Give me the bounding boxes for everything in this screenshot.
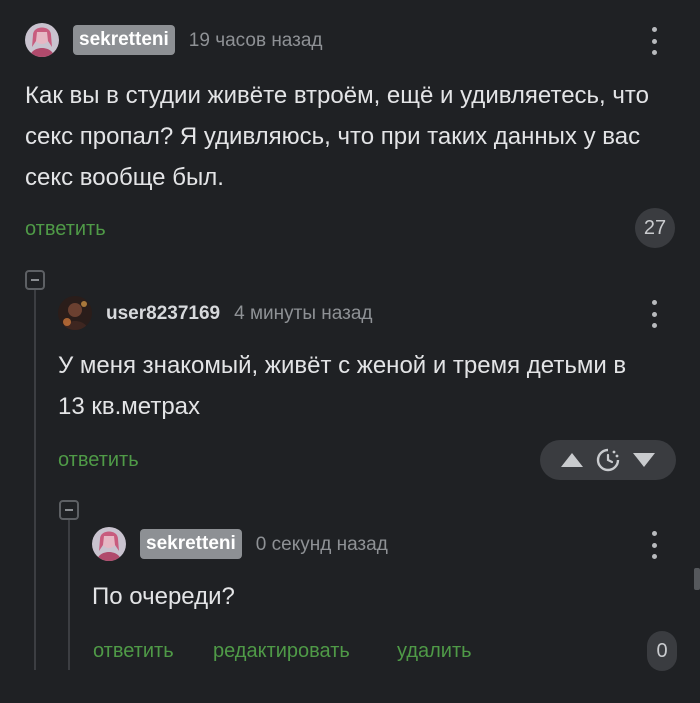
comment-header: sekretteni 19 часов назад <box>25 20 323 60</box>
comment-text: По очереди? <box>92 583 235 610</box>
author-name[interactable]: user8237169 <box>106 302 220 325</box>
author-name[interactable]: sekretteni <box>140 529 242 559</box>
reply-button[interactable]: ответить <box>93 639 174 663</box>
comments-page: sekretteni 19 часов назад Как вы в студи… <box>0 0 700 703</box>
avatar[interactable] <box>58 296 92 330</box>
thread-line[interactable] <box>34 290 36 670</box>
rating-badge: 27 <box>635 208 675 248</box>
comment-header: sekretteni 0 секунд назад <box>92 524 388 564</box>
reply-button[interactable]: ответить <box>58 448 139 472</box>
avatar[interactable] <box>92 527 126 561</box>
collapse-icon[interactable] <box>59 500 79 520</box>
arrow-up-icon[interactable] <box>558 446 586 474</box>
comment-text: У меня знакомый, живёт с женой и тремя д… <box>58 352 627 420</box>
scrollbar-thumb[interactable] <box>694 568 700 590</box>
more-vertical-icon[interactable] <box>651 531 657 559</box>
timestamp: 0 секунд назад <box>255 533 388 555</box>
avatar[interactable] <box>25 23 59 57</box>
comment-text: Как вы в студии живёте втроём, ещё и уди… <box>25 82 649 191</box>
edit-button[interactable]: редактировать <box>213 639 350 663</box>
arrow-down-icon[interactable] <box>630 446 658 474</box>
more-vertical-icon[interactable] <box>651 300 657 328</box>
more-vertical-icon[interactable] <box>651 27 657 55</box>
delete-button[interactable]: удалить <box>397 639 472 663</box>
author-name[interactable]: sekretteni <box>73 25 175 55</box>
thread-line[interactable] <box>68 520 70 670</box>
collapse-icon[interactable] <box>25 270 45 290</box>
timestamp: 4 минуты назад <box>234 302 373 324</box>
reply-button[interactable]: ответить <box>25 217 106 241</box>
vote-control <box>540 440 676 480</box>
comment-header: user8237169 4 минуты назад <box>58 293 372 333</box>
timer-icon <box>594 446 622 474</box>
timestamp: 19 часов назад <box>188 29 323 51</box>
rating-badge: 0 <box>647 631 677 671</box>
